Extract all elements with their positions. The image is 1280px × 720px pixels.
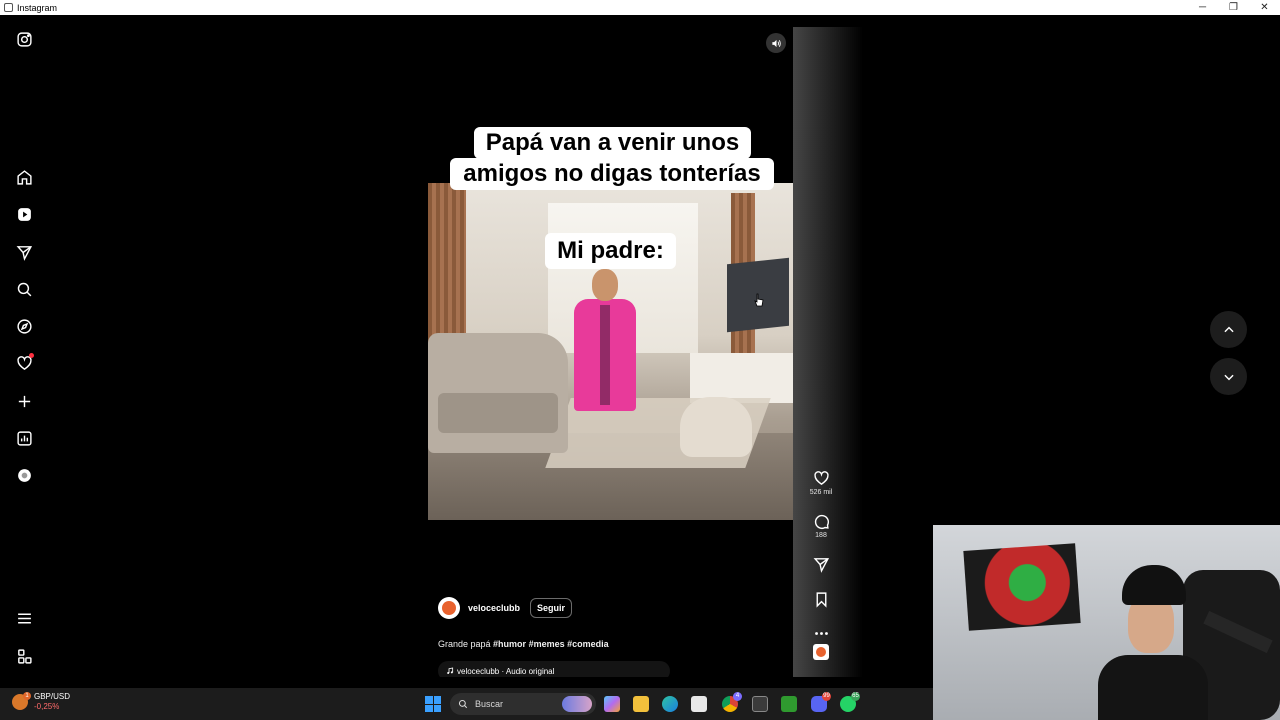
webcam-person <box>1098 565 1208 720</box>
taskbar-search[interactable]: Buscar <box>450 693 596 715</box>
chrome-badge: 4 <box>733 692 742 701</box>
xbox-icon[interactable] <box>781 696 797 712</box>
window-title-bar: Instagram ─ ❐ ✕ <box>0 0 1280 15</box>
edge-browser-icon[interactable] <box>662 696 678 712</box>
comment-icon <box>814 514 829 529</box>
discord-badge: 99 <box>822 692 831 701</box>
author-row: veloceclubb Seguir <box>438 597 573 619</box>
caption-line-2: amigos no digas tonterías <box>450 158 774 190</box>
share-button[interactable] <box>806 556 836 573</box>
discord-icon[interactable]: 99 <box>811 692 831 712</box>
chevron-up-icon <box>1223 326 1234 332</box>
chevron-down-icon <box>1223 374 1234 380</box>
copilot-icon[interactable] <box>604 696 620 712</box>
audio-toggle-button[interactable] <box>766 33 786 53</box>
widget-badge: 1 <box>23 692 31 700</box>
webcam-overlay <box>933 525 1280 720</box>
reels-icon[interactable] <box>12 202 36 226</box>
windows-taskbar: 1 GBP/USD -0,25% Buscar 4 99 65 <box>0 688 933 720</box>
meta-ai-icon[interactable] <box>12 463 36 487</box>
create-icon[interactable] <box>12 389 36 413</box>
currency-widget-icon: 1 <box>12 692 31 710</box>
scene-cabinet <box>690 353 793 403</box>
ticker-symbol: GBP/USD <box>34 692 71 701</box>
microsoft-store-icon[interactable] <box>691 696 707 712</box>
speaker-icon <box>771 39 781 47</box>
hashtag-link[interactable]: #memes <box>529 639 565 649</box>
search-highlight-image <box>562 696 592 712</box>
description-text: Grande papá <box>438 639 494 649</box>
follow-button[interactable]: Seguir <box>530 598 573 618</box>
reel-player[interactable]: Papá van a venir unos amigos no digas to… <box>428 27 793 677</box>
close-button[interactable]: ✕ <box>1249 0 1280 15</box>
scene-pouf <box>680 397 752 457</box>
reel-side-glow <box>793 27 863 677</box>
file-explorer-icon[interactable] <box>633 696 649 712</box>
messages-icon[interactable] <box>12 240 36 264</box>
search-icon[interactable] <box>12 277 36 301</box>
taskbar-search-placeholder: Buscar <box>475 699 504 709</box>
hashtag-link[interactable]: #humor <box>493 639 526 649</box>
scene-person-stripe <box>600 305 610 405</box>
previous-reel-button[interactable] <box>1210 311 1247 348</box>
reel-description: Grande papá #humor #memes #comedia <box>438 639 609 649</box>
audio-attribution[interactable]: veloceclubb · Audio original <box>438 661 670 677</box>
recording-app-icon[interactable] <box>752 696 768 712</box>
heart-icon <box>813 471 829 486</box>
more-menu-icon[interactable] <box>12 606 36 630</box>
caption-line-1: Papá van a venir unos <box>474 127 751 159</box>
instagram-logo-icon[interactable] <box>12 27 36 51</box>
audio-thumbnail[interactable] <box>813 644 829 660</box>
home-icon[interactable] <box>12 165 36 189</box>
save-button[interactable] <box>806 591 836 608</box>
hashtag-link[interactable]: #comedia <box>567 639 609 649</box>
comment-count: 188 <box>815 532 827 539</box>
comment-button[interactable]: 188 <box>806 513 836 539</box>
music-note-icon <box>447 667 454 674</box>
notification-dot <box>29 353 34 358</box>
caption-line-3: Mi padre: <box>545 233 676 269</box>
whatsapp-badge: 65 <box>851 692 860 701</box>
restore-button[interactable]: ❐ <box>1218 0 1249 15</box>
whatsapp-icon[interactable]: 65 <box>840 692 860 712</box>
explore-icon[interactable] <box>12 314 36 338</box>
app-window-icon <box>4 3 13 12</box>
chrome-browser-icon[interactable]: 4 <box>722 692 742 712</box>
bookmark-icon <box>816 592 826 608</box>
mouse-cursor-icon <box>754 293 764 307</box>
also-from-meta-icon[interactable] <box>12 644 36 668</box>
scene-person-head <box>592 269 618 301</box>
ticker-change: -0,25% <box>34 702 60 711</box>
sidebar <box>0 15 48 688</box>
webcam-wall-poster <box>963 543 1081 631</box>
audio-label: veloceclubb · Audio original <box>457 666 555 676</box>
scene-sofa-seat <box>438 393 558 433</box>
next-reel-button[interactable] <box>1210 358 1247 395</box>
more-options-button[interactable] <box>806 625 836 642</box>
author-name[interactable]: veloceclubb <box>468 603 520 613</box>
notifications-icon[interactable] <box>12 351 36 375</box>
ellipsis-icon <box>814 632 828 635</box>
share-icon <box>813 558 829 573</box>
search-icon <box>458 699 468 709</box>
like-count: 526 mil <box>809 489 833 496</box>
start-button[interactable] <box>425 696 441 712</box>
like-button[interactable]: 526 mil <box>806 470 836 496</box>
author-avatar[interactable] <box>438 597 460 619</box>
window-title: Instagram <box>17 2 58 13</box>
minimize-button[interactable]: ─ <box>1187 0 1218 15</box>
window-controls: ─ ❐ ✕ <box>1187 0 1280 15</box>
dashboard-icon[interactable] <box>12 426 36 450</box>
currency-widget[interactable]: 1 GBP/USD -0,25% <box>12 692 70 712</box>
